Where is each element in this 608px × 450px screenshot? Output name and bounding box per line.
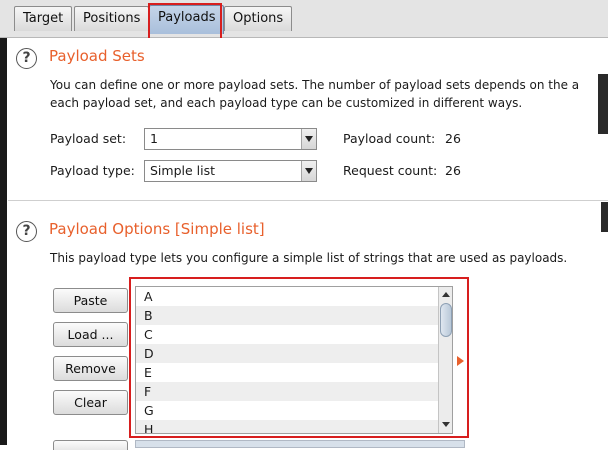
remove-button[interactable]: Remove bbox=[53, 356, 128, 381]
payload-count-value: 26 bbox=[445, 131, 461, 146]
tab-positions[interactable]: Positions bbox=[74, 6, 150, 31]
chevron-down-icon[interactable] bbox=[301, 129, 316, 149]
list-item[interactable]: B bbox=[136, 306, 452, 325]
list-item[interactable]: F bbox=[136, 382, 452, 401]
scroll-thumb[interactable] bbox=[440, 303, 452, 337]
request-count-label: Request count: bbox=[343, 163, 438, 178]
payload-options-description: This payload type lets you configure a s… bbox=[50, 251, 568, 265]
payload-options-title: Payload Options [Simple list] bbox=[49, 220, 265, 238]
list-item[interactable]: C bbox=[136, 325, 452, 344]
payload-type-value: Simple list bbox=[150, 163, 216, 178]
payload-set-select[interactable]: 1 bbox=[144, 128, 317, 150]
tab-target[interactable]: Target bbox=[14, 6, 73, 31]
tab-payloads[interactable]: Payloads bbox=[149, 5, 225, 34]
help-icon[interactable]: ? bbox=[16, 48, 37, 69]
window-edge-right bbox=[598, 74, 608, 134]
request-count-value: 26 bbox=[445, 163, 461, 178]
payload-type-label: Payload type: bbox=[50, 163, 135, 178]
payloads-panel: ? Payload Sets You can define one or mor… bbox=[8, 38, 608, 450]
payload-set-label: Payload set: bbox=[50, 131, 127, 146]
section-divider bbox=[8, 200, 608, 201]
list-item[interactable]: D bbox=[136, 344, 452, 363]
tab-bar: Target Positions Payloads Options bbox=[0, 0, 608, 38]
list-item[interactable]: G bbox=[136, 401, 452, 420]
payload-list[interactable]: A B C D E F G H bbox=[135, 286, 453, 434]
expand-arrow-icon[interactable] bbox=[457, 356, 464, 366]
help-icon[interactable]: ? bbox=[16, 221, 37, 242]
scroll-down-arrow-icon[interactable] bbox=[439, 419, 452, 431]
list-item[interactable]: A bbox=[136, 287, 452, 306]
payload-sets-description-line2: each payload set, and each payload type … bbox=[50, 96, 523, 110]
payload-sets-description-line1: You can define one or more payload sets.… bbox=[50, 78, 580, 92]
payload-set-value: 1 bbox=[150, 131, 158, 146]
window-edge bbox=[0, 0, 7, 445]
list-item[interactable]: E bbox=[136, 363, 452, 382]
tab-options[interactable]: Options bbox=[224, 6, 293, 31]
scroll-up-arrow-icon[interactable] bbox=[439, 289, 452, 301]
payload-count-label: Payload count: bbox=[343, 131, 436, 146]
payload-sets-title: Payload Sets bbox=[49, 47, 145, 65]
list-item[interactable]: H bbox=[136, 420, 452, 433]
paste-button[interactable]: Paste bbox=[53, 288, 128, 313]
add-button[interactable] bbox=[53, 440, 128, 450]
chevron-down-icon[interactable] bbox=[301, 161, 316, 181]
window-edge-right bbox=[601, 202, 608, 232]
list-scrollbar[interactable] bbox=[438, 287, 452, 433]
clear-button[interactable]: Clear bbox=[53, 390, 128, 415]
load-button[interactable]: Load ... bbox=[53, 322, 128, 347]
add-item-field[interactable] bbox=[135, 440, 465, 448]
payload-type-select[interactable]: Simple list bbox=[144, 160, 317, 182]
